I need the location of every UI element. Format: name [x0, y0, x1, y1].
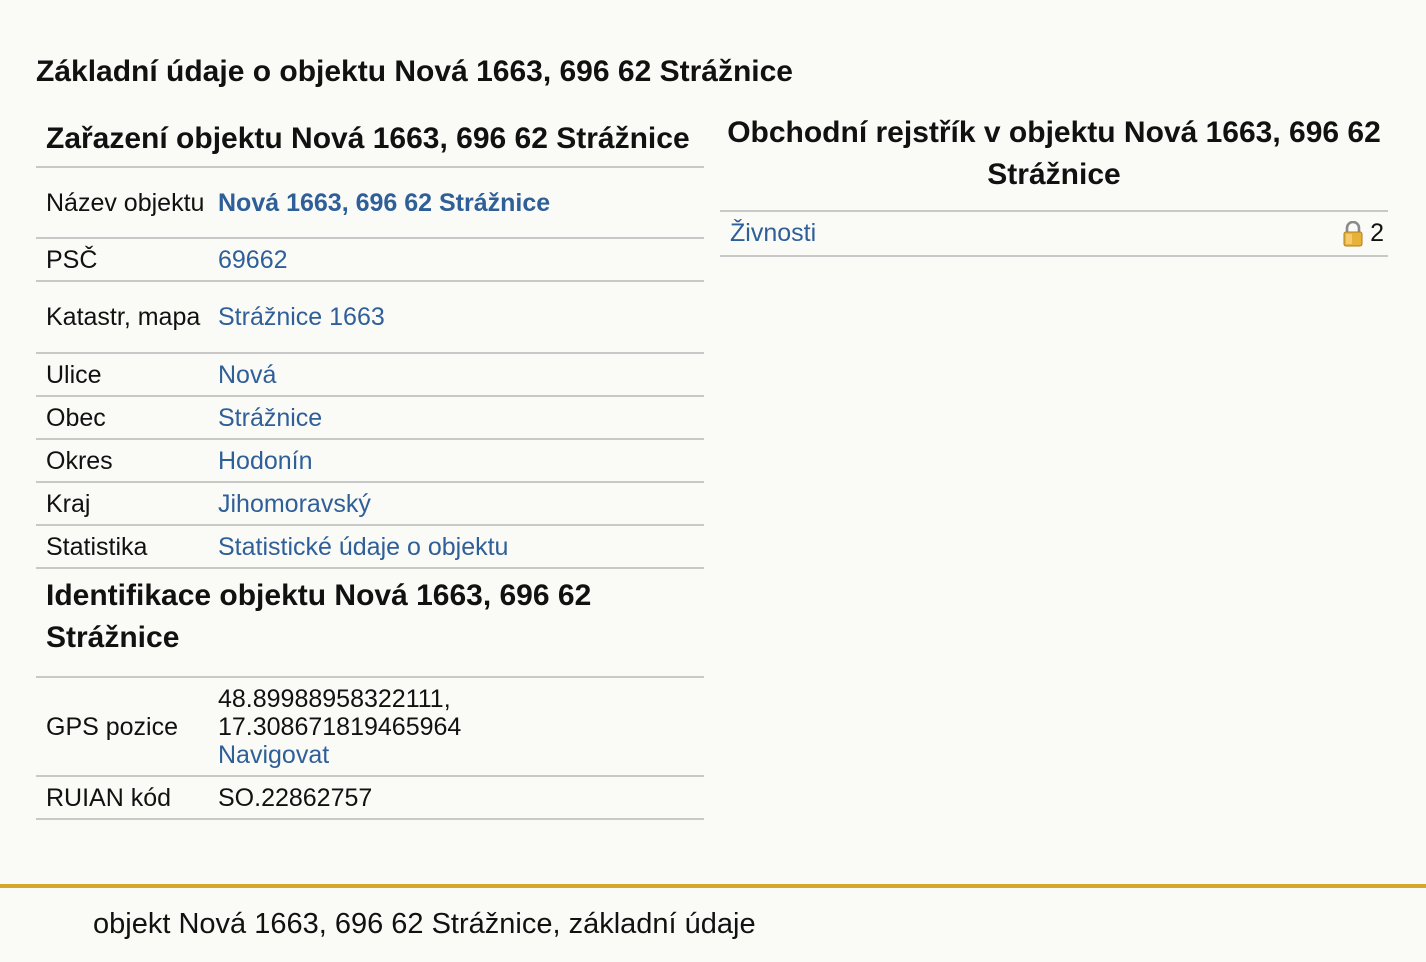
navigate-link[interactable]: Navigovat: [218, 741, 329, 769]
classification-heading: Zařazení objektu Nová 1663, 696 62 Stráž…: [36, 112, 704, 168]
trades-link[interactable]: Živnosti: [720, 219, 816, 248]
business-register-section: Obchodní rejstřík v objektu Nová 1663, 6…: [720, 112, 1388, 257]
row-label-region: Kraj: [36, 482, 218, 526]
psc-link[interactable]: 69662: [218, 246, 288, 274]
table-row: Okres Hodonín: [36, 439, 704, 483]
municipality-link[interactable]: Strážnice: [218, 404, 322, 432]
table-row: RUIAN kód SO.22862757: [36, 776, 704, 820]
row-label-street: Ulice: [36, 353, 218, 397]
list-item: Živnosti 2: [720, 212, 1388, 257]
row-label-gps: GPS pozice: [36, 677, 218, 777]
table-row: Název objektu Nová 1663, 696 62 Strážnic…: [36, 167, 704, 239]
table-row: Katastr, mapa Strážnice 1663: [36, 281, 704, 354]
object-name-link[interactable]: Nová 1663, 696 62 Strážnice: [218, 189, 550, 217]
row-label-cadastre: Katastr, mapa: [36, 281, 218, 354]
trades-count: 2: [1370, 219, 1384, 247]
row-label-municipality: Obec: [36, 396, 218, 440]
gps-longitude: 17.308671819465964: [218, 712, 462, 741]
gps-latitude: 48.89988958322111,: [218, 684, 451, 713]
table-row: Obec Strážnice: [36, 396, 704, 440]
lock-icon: [1342, 220, 1364, 247]
ruian-code: SO.22862757: [218, 776, 704, 820]
row-label-statistics: Statistika: [36, 525, 218, 569]
classification-table: Zařazení objektu Nová 1663, 696 62 Stráž…: [36, 112, 704, 569]
row-label-psc: PSČ: [36, 238, 218, 282]
row-label-name: Název objektu: [36, 167, 218, 239]
table-row: PSČ 69662: [36, 238, 704, 282]
region-link[interactable]: Jihomoravský: [218, 490, 371, 518]
business-register-heading: Obchodní rejstřík v objektu Nová 1663, 6…: [720, 112, 1388, 212]
district-link[interactable]: Hodonín: [218, 447, 313, 475]
row-label-ruian: RUIAN kód: [36, 776, 218, 820]
cadastre-link[interactable]: Strážnice 1663: [218, 303, 385, 331]
table-row: GPS pozice 48.89988958322111, 17.3086718…: [36, 677, 704, 777]
identification-heading: Identifikace objektu Nová 1663, 696 62 S…: [36, 567, 704, 678]
table-row: Kraj Jihomoravský: [36, 482, 704, 526]
table-row: Statistika Statistické údaje o objektu: [36, 525, 704, 569]
footer-text: objekt Nová 1663, 696 62 Strážnice, zákl…: [93, 908, 756, 940]
page-title: Základní údaje o objektu Nová 1663, 696 …: [36, 55, 793, 88]
row-label-district: Okres: [36, 439, 218, 483]
street-link[interactable]: Nová: [218, 361, 276, 389]
table-row: Ulice Nová: [36, 353, 704, 397]
footer: objekt Nová 1663, 696 62 Strážnice, zákl…: [0, 884, 1426, 962]
identification-table: Identifikace objektu Nová 1663, 696 62 S…: [36, 567, 704, 820]
statistics-link[interactable]: Statistické údaje o objektu: [218, 533, 508, 561]
